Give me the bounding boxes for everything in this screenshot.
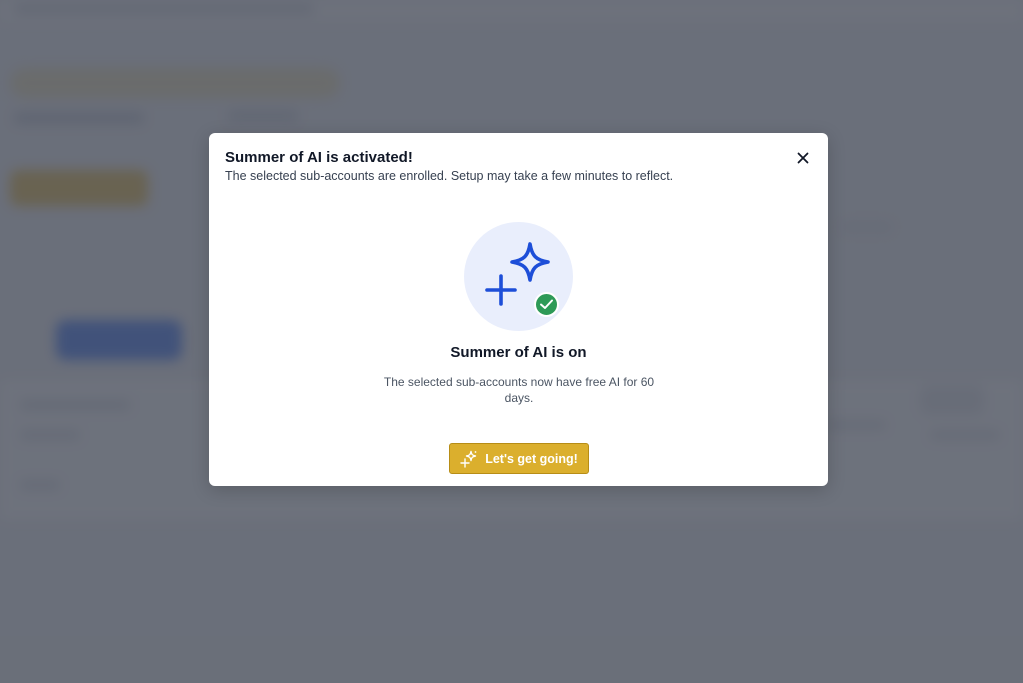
status-heading: Summer of AI is on <box>450 344 587 361</box>
sparkles-icon <box>460 450 478 468</box>
activation-modal: Summer of AI is activated! The selected … <box>209 133 828 486</box>
lets-get-going-button[interactable]: Let's get going! <box>449 443 589 474</box>
success-badge <box>534 292 559 317</box>
hero-illustration <box>464 222 573 331</box>
modal-title: Summer of AI is activated! <box>225 149 413 166</box>
close-button[interactable] <box>794 149 812 167</box>
cta-label: Let's get going! <box>485 451 578 466</box>
checkmark-icon <box>536 298 557 311</box>
status-description: The selected sub-accounts now have free … <box>383 375 655 405</box>
modal-subtitle: The selected sub-accounts are enrolled. … <box>225 169 674 183</box>
close-icon <box>794 149 812 167</box>
